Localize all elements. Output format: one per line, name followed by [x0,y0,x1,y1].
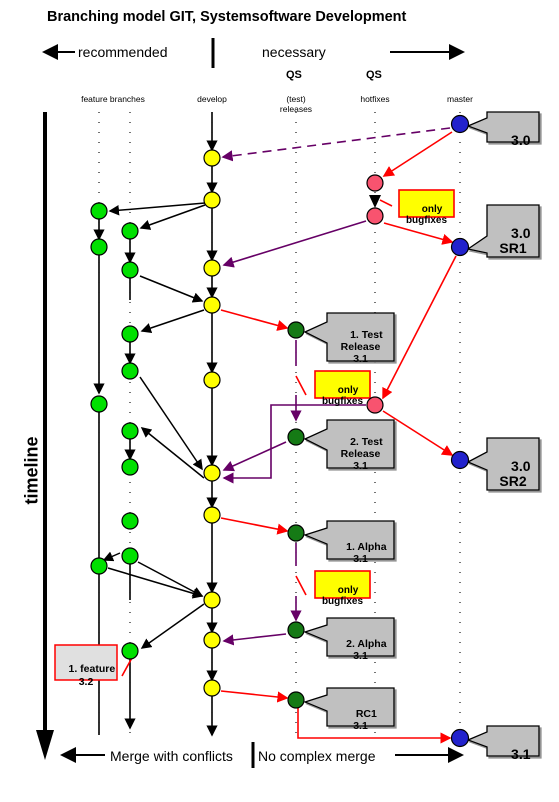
tag-3-0-sr1-label: 3.0 SR1 [499,225,531,256]
callout-test-release-1-label: 1. Test Release 3.1 [340,329,383,365]
tag-3-1-label: 3.1 [511,746,531,762]
release-nodes [287,321,305,709]
callout-test-release-2-label: 2. Test Release 3.1 [340,436,383,472]
callout-alpha-1-label: 1. Alpha 3.1 [346,541,387,565]
feature-note-label: 1. feature 3.2 [68,663,116,688]
timeline-arrow [36,112,54,760]
callout-rc1-label: RC1 3.1 [353,708,377,732]
tag-3-0-sr2-label: 3.0 SR2 [499,458,531,489]
feature-branch-nodes [90,202,139,660]
bugfix-note-hotfix-label: only bugfixes [405,204,448,226]
merge-arrows [102,202,206,649]
diagram-root: Branching model GIT, Systemsoftware Deve… [0,0,559,802]
bugfix-note-alpha-label: only bugfixes [321,585,364,607]
callout-alpha-2-label: 2. Alpha 3.1 [346,638,387,662]
bugfix-note-testrel-label: only bugfixes [321,385,364,407]
tag-3-0-label: 3.0 [511,132,531,148]
